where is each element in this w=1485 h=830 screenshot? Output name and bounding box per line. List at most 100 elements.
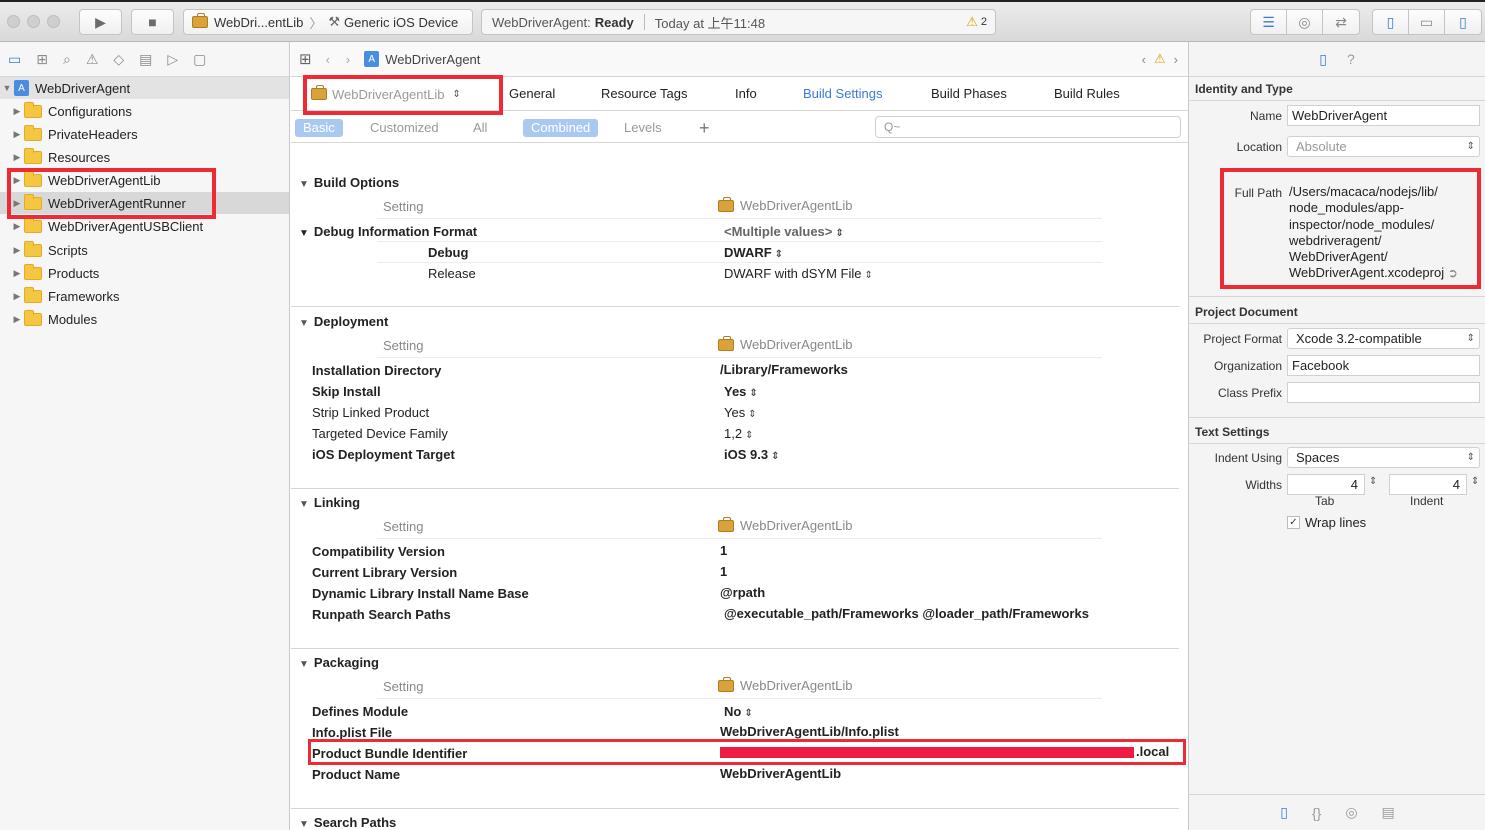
setting-current-library-version[interactable]: Current Library Version xyxy=(312,565,457,580)
nav-item-webdriveragent[interactable]: ▼ A WebDriverAgent xyxy=(0,77,289,99)
previous-issue-icon[interactable]: ‹ xyxy=(1142,52,1146,67)
back-arrow-icon[interactable]: ‹ xyxy=(326,52,330,67)
scheme-selector[interactable]: WebDri...entLib 〉 ⚒ Generic iOS Device xyxy=(183,9,473,35)
project-format-popup[interactable]: Xcode 3.2-compatible ⇕ xyxy=(1287,328,1480,349)
nav-item-webdriveragentlib[interactable]: ▶ WebDriverAgentLib xyxy=(0,169,289,191)
toggle-navigator-icon[interactable]: ▯ xyxy=(1373,10,1409,34)
quick-help-icon[interactable]: ? xyxy=(1347,51,1355,67)
nav-item-webdriveragentusbclient[interactable]: ▶ WebDriverAgentUSBClient xyxy=(0,215,289,237)
tab-width-stepper-icon[interactable]: ⇕ xyxy=(1369,476,1377,487)
wrap-lines-checkbox[interactable]: ✓ Wrap lines xyxy=(1287,515,1366,530)
disclosure-closed-icon[interactable]: ▶ xyxy=(10,291,24,302)
disclosure-closed-icon[interactable]: ▶ xyxy=(10,268,24,279)
object-library-icon[interactable]: ◎ xyxy=(1345,804,1357,821)
disclosure-closed-icon[interactable]: ▶ xyxy=(10,221,24,232)
disclosure-closed-icon[interactable]: ▶ xyxy=(10,314,24,325)
section-search-paths[interactable]: ▼ Search Paths xyxy=(299,815,396,830)
setting-value[interactable]: DWARF ⇕ xyxy=(724,245,783,260)
setting-value[interactable]: Yes ⇕ xyxy=(724,384,758,399)
section-linking[interactable]: ▼ Linking xyxy=(299,495,360,510)
report-navigator-icon[interactable]: ▢ xyxy=(193,51,206,68)
setting-value[interactable]: 1,2 ⇕ xyxy=(724,426,753,441)
breakpoint-navigator-icon[interactable]: ▷ xyxy=(167,51,178,68)
nav-item-configurations[interactable]: ▶ Configurations xyxy=(0,100,289,122)
symbol-navigator-icon[interactable]: ⊞ xyxy=(36,51,48,68)
zoom-window-button[interactable] xyxy=(47,15,60,28)
filter-customized[interactable]: Customized xyxy=(362,119,447,137)
tab-general[interactable]: General xyxy=(509,86,555,101)
nav-item-frameworks[interactable]: ▶ Frameworks xyxy=(0,285,289,307)
nav-item-modules[interactable]: ▶ Modules xyxy=(0,308,289,330)
related-items-icon[interactable]: ⊞ xyxy=(299,50,312,68)
tab-width-field[interactable]: 4 xyxy=(1287,474,1365,495)
setting-runpath-search-paths[interactable]: Runpath Search Paths xyxy=(312,607,451,622)
tab-info[interactable]: Info xyxy=(735,86,757,101)
disclosure-open-icon[interactable]: ▼ xyxy=(0,83,14,93)
tab-resource-tags[interactable]: Resource Tags xyxy=(601,86,687,101)
filter-levels[interactable]: Levels xyxy=(616,119,670,137)
setting-installation-directory[interactable]: Installation Directory xyxy=(312,363,441,378)
disclosure-open-icon[interactable]: ▼ xyxy=(299,179,309,190)
forward-arrow-icon[interactable]: › xyxy=(346,52,350,67)
jump-bar-path[interactable]: WebDriverAgent xyxy=(385,52,480,67)
location-popup[interactable]: Absolute ⇕ xyxy=(1287,136,1480,157)
setting-value[interactable]: Yes ⇕ xyxy=(724,405,757,420)
setting-dylib-install-name-base[interactable]: Dynamic Library Install Name Base xyxy=(312,586,529,601)
name-field[interactable]: WebDriverAgent xyxy=(1287,105,1480,126)
section-packaging[interactable]: ▼ Packaging xyxy=(299,655,379,670)
disclosure-closed-icon[interactable]: ▶ xyxy=(10,175,24,186)
next-issue-icon[interactable]: › xyxy=(1174,52,1178,67)
nav-item-webdriveragentrunner[interactable]: ▶ WebDriverAgentRunner xyxy=(0,192,289,214)
standard-editor-icon[interactable]: ☰ xyxy=(1251,10,1287,34)
indent-using-popup[interactable]: Spaces ⇕ xyxy=(1287,447,1480,468)
filter-basic[interactable]: Basic xyxy=(295,119,343,137)
disclosure-open-icon[interactable]: ▼ xyxy=(299,659,309,670)
toggle-utilities-icon[interactable]: ▯ xyxy=(1445,10,1481,34)
setting-info-plist-file[interactable]: Info.plist File xyxy=(312,725,392,740)
setting-value[interactable]: DWARF with dSYM File ⇕ xyxy=(724,266,873,281)
version-editor-icon[interactable]: ⇄ xyxy=(1323,10,1359,34)
nav-item-privateheaders[interactable]: ▶ PrivateHeaders xyxy=(0,123,289,145)
disclosure-open-icon[interactable]: ▼ xyxy=(299,819,309,830)
nav-item-resources[interactable]: ▶ Resources xyxy=(0,146,289,168)
setting-product-bundle-identifier[interactable]: Product Bundle Identifier xyxy=(312,746,467,761)
issue-navigator-icon[interactable]: ⚠ xyxy=(86,51,99,68)
indent-width-field[interactable]: 4 xyxy=(1389,474,1467,495)
setting-targeted-device-family[interactable]: Targeted Device Family xyxy=(312,426,448,441)
file-inspector-icon[interactable]: ▯ xyxy=(1319,51,1327,68)
filter-combined[interactable]: Combined xyxy=(523,119,599,137)
code-snippet-library-icon[interactable]: {} xyxy=(1312,805,1321,821)
indent-width-stepper-icon[interactable]: ⇕ xyxy=(1471,476,1479,487)
debug-navigator-icon[interactable]: ▤ xyxy=(139,51,152,68)
setting-value[interactable]: 1 xyxy=(720,543,727,558)
setting-value[interactable]: /Library/Frameworks xyxy=(720,362,848,377)
disclosure-open-icon[interactable]: ▼ xyxy=(299,318,309,329)
toggle-debug-area-icon[interactable]: ▭ xyxy=(1409,10,1445,34)
disclosure-closed-icon[interactable]: ▶ xyxy=(10,245,24,256)
add-setting-button[interactable]: + xyxy=(691,119,718,137)
tab-build-settings[interactable]: Build Settings xyxy=(803,86,883,101)
setting-value[interactable]: iOS 9.3 ⇕ xyxy=(724,447,779,462)
disclosure-open-icon[interactable]: ▼ xyxy=(299,228,309,239)
disclosure-open-icon[interactable]: ▼ xyxy=(299,499,309,510)
file-template-library-icon[interactable]: ▯ xyxy=(1280,804,1288,821)
stop-button[interactable]: ■ xyxy=(131,9,174,35)
close-window-button[interactable] xyxy=(7,15,20,28)
tab-build-phases[interactable]: Build Phases xyxy=(931,86,1007,101)
setting-compatibility-version[interactable]: Compatibility Version xyxy=(312,544,445,559)
setting-defines-module[interactable]: Defines Module xyxy=(312,704,408,719)
assistant-editor-icon[interactable]: ◎ xyxy=(1287,10,1323,34)
reveal-in-finder-icon[interactable]: ➲ xyxy=(1448,266,1458,280)
section-deployment[interactable]: ▼ Deployment xyxy=(299,314,388,329)
run-button[interactable]: ▶ xyxy=(79,9,122,35)
tab-build-rules[interactable]: Build Rules xyxy=(1054,86,1120,101)
class-prefix-field[interactable] xyxy=(1287,382,1480,403)
disclosure-closed-icon[interactable]: ▶ xyxy=(10,106,24,117)
setting-strip-linked-product[interactable]: Strip Linked Product xyxy=(312,405,429,420)
setting-value[interactable]: No ⇕ xyxy=(724,704,753,719)
nav-item-scripts[interactable]: ▶ Scripts xyxy=(0,239,289,261)
setting-ios-deployment-target[interactable]: iOS Deployment Target xyxy=(312,447,455,462)
disclosure-closed-icon[interactable]: ▶ xyxy=(10,129,24,140)
setting-value[interactable]: WebDriverAgentLib xyxy=(720,766,841,781)
setting-skip-install[interactable]: Skip Install xyxy=(312,384,381,399)
